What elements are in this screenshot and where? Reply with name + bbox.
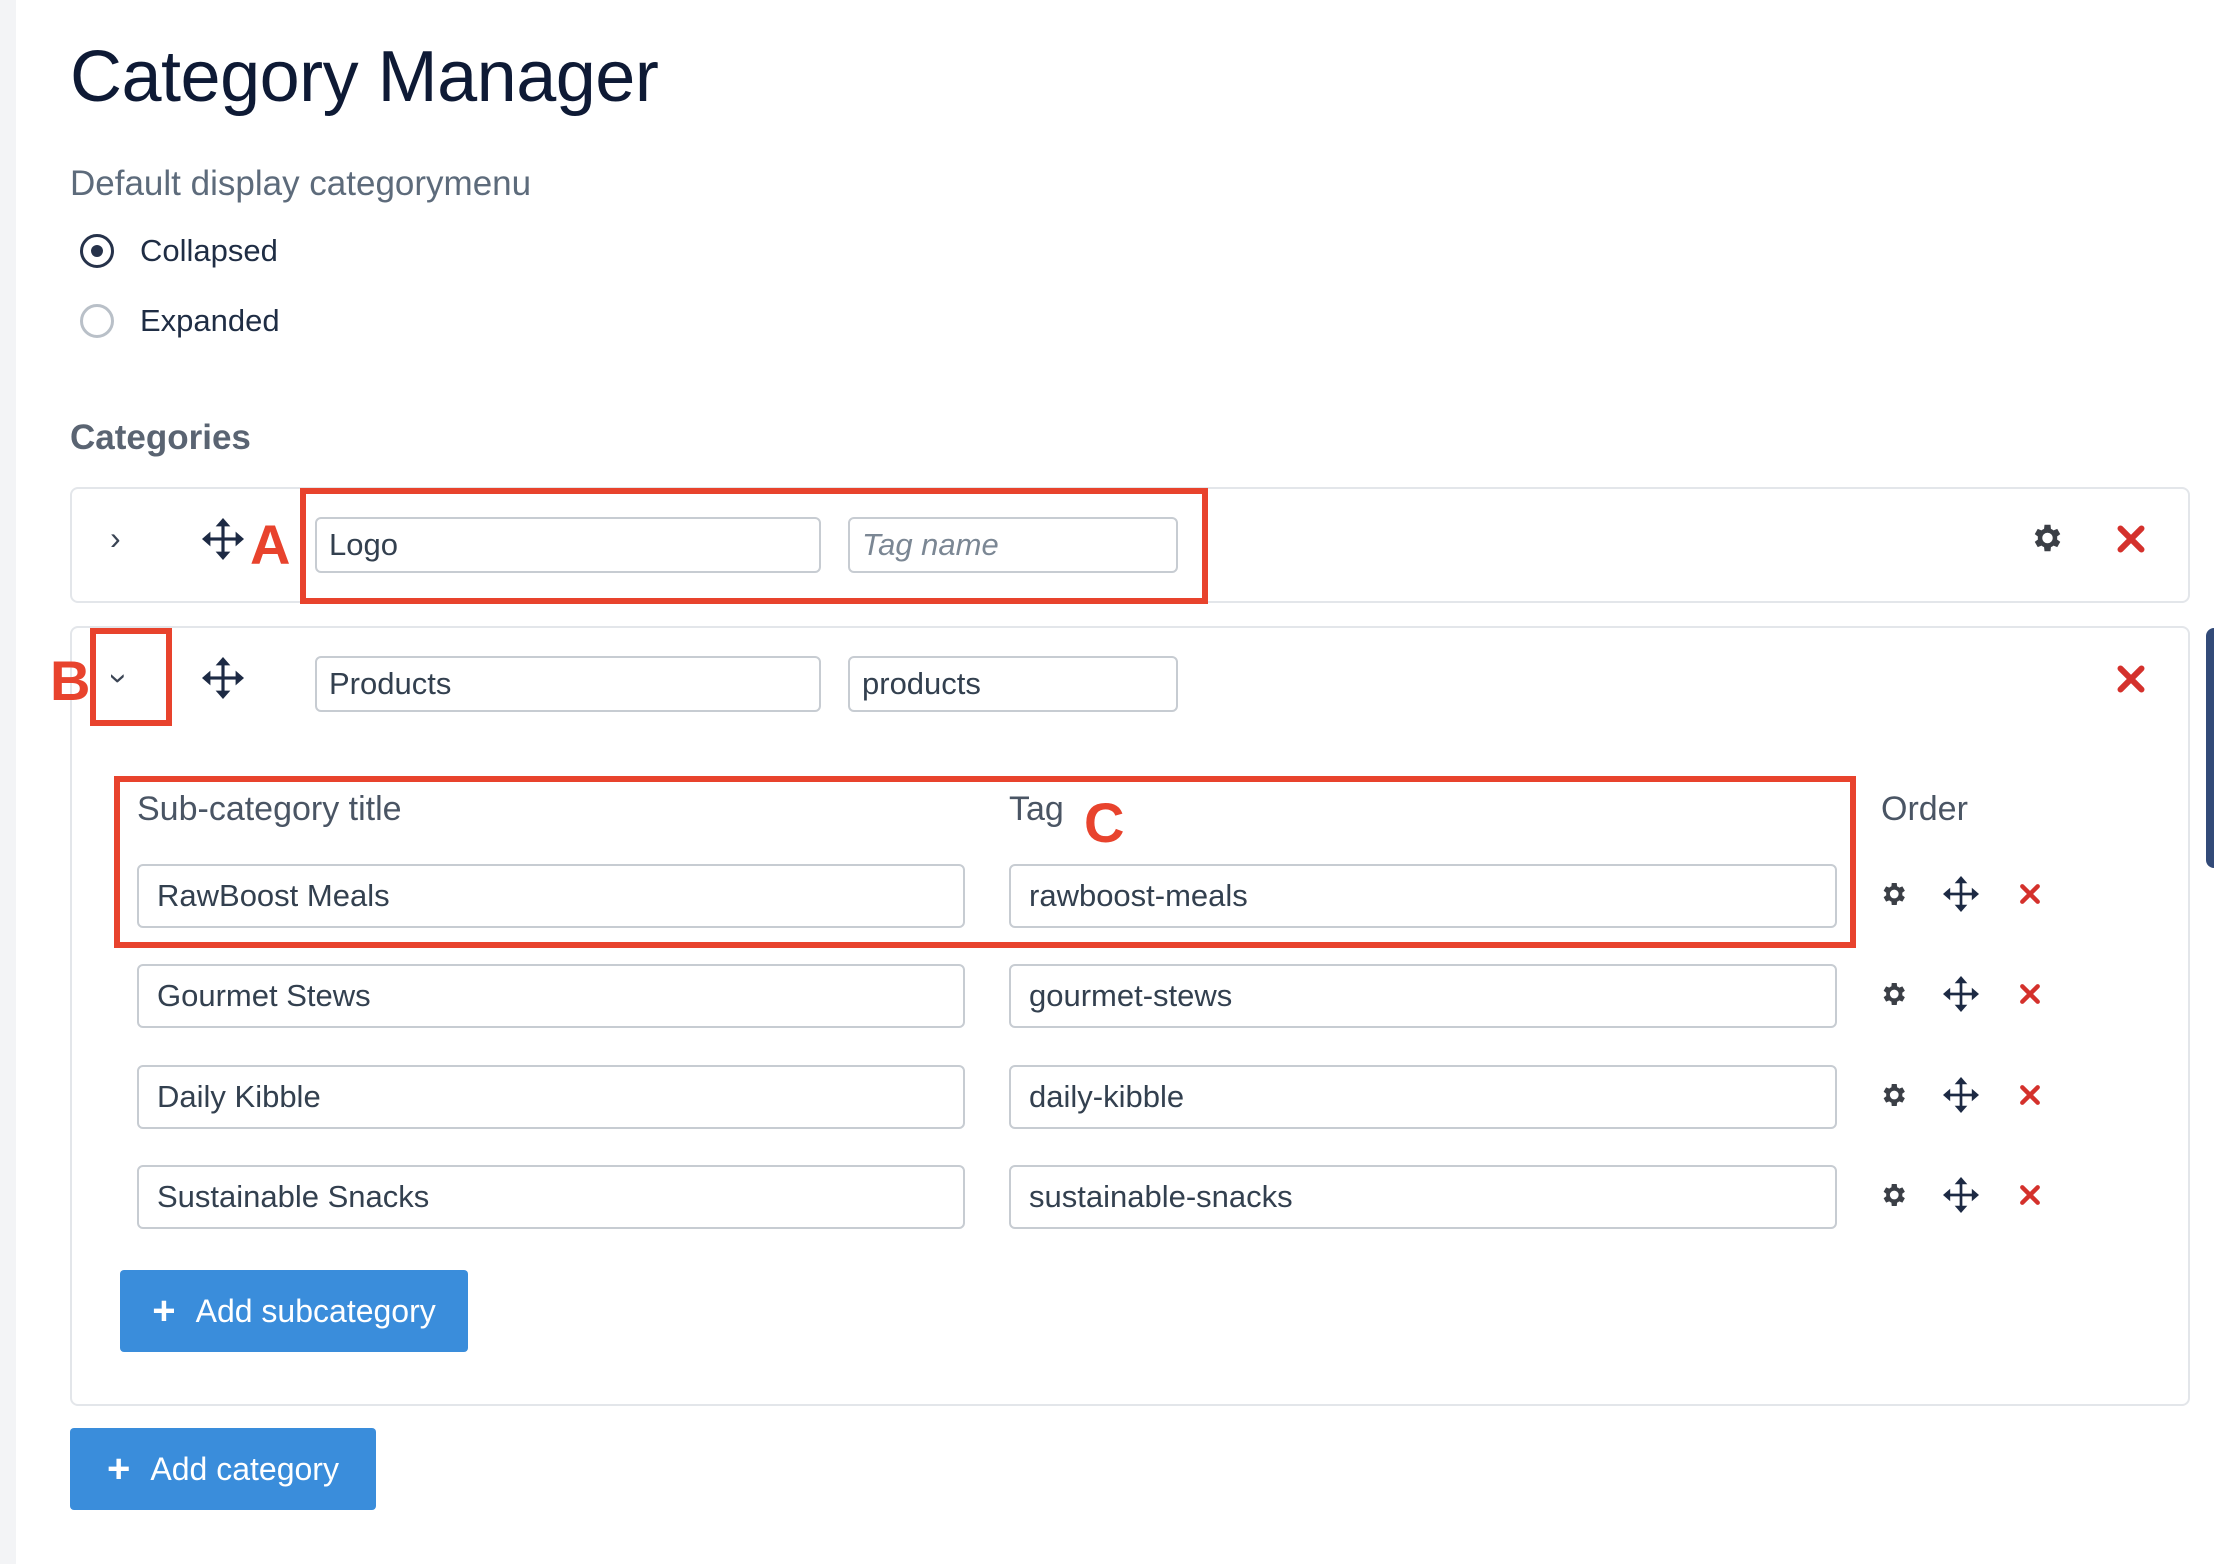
move-icon[interactable]: [1943, 976, 1979, 1012]
move-icon[interactable]: [1943, 876, 1979, 912]
side-panel-tab[interactable]: [2206, 628, 2214, 868]
move-icon[interactable]: [1943, 1177, 1979, 1213]
move-icon[interactable]: [1943, 1077, 1979, 1113]
radio-button[interactable]: [80, 304, 114, 338]
move-icon[interactable]: [202, 657, 244, 699]
annotation-label-b: B: [50, 649, 91, 712]
plus-icon: +: [107, 1447, 131, 1491]
subcategory-title-input[interactable]: [137, 1065, 965, 1129]
annotation-box-b: [90, 628, 172, 726]
add-subcategory-label: Add subcategory: [195, 1292, 436, 1329]
annotation-box-c: [114, 776, 1856, 948]
radio-button-checked[interactable]: [80, 234, 114, 268]
gear-icon[interactable]: [1878, 1080, 1908, 1110]
add-category-label: Add category: [150, 1450, 339, 1487]
move-icon[interactable]: [202, 518, 244, 560]
close-icon[interactable]: [2019, 1184, 2041, 1206]
radio-label: Collapsed: [140, 233, 278, 268]
close-icon[interactable]: [2019, 1084, 2041, 1106]
categories-heading: Categories: [70, 418, 251, 457]
subcategory-order-header: Order: [1881, 790, 1968, 828]
display-setting-label: Default display categorymenu: [70, 164, 532, 203]
subcategory-tag-input[interactable]: [1009, 964, 1837, 1028]
radio-expanded[interactable]: Expanded: [80, 303, 280, 339]
close-icon[interactable]: [2116, 664, 2146, 694]
gear-icon[interactable]: [1878, 979, 1908, 1009]
page-title: Category Manager: [70, 37, 659, 117]
annotation-label-a: A: [250, 513, 291, 576]
gear-icon[interactable]: [1878, 1180, 1908, 1210]
gear-icon[interactable]: [2028, 520, 2064, 556]
radio-label: Expanded: [140, 303, 280, 338]
gear-icon[interactable]: [1878, 879, 1908, 909]
category-title-input[interactable]: [315, 656, 821, 712]
add-category-button[interactable]: + Add category: [70, 1428, 376, 1510]
close-icon[interactable]: [2116, 524, 2146, 554]
subcategory-title-input[interactable]: [137, 964, 965, 1028]
add-subcategory-button[interactable]: + Add subcategory: [120, 1270, 468, 1352]
chevron-right-icon[interactable]: ›: [110, 520, 121, 557]
category-tag-input[interactable]: [848, 656, 1178, 712]
plus-icon: +: [152, 1289, 176, 1333]
close-icon[interactable]: [2019, 883, 2041, 905]
close-icon[interactable]: [2019, 983, 2041, 1005]
radio-collapsed[interactable]: Collapsed: [80, 233, 278, 269]
left-rail: [0, 0, 16, 1564]
subcategory-tag-input[interactable]: [1009, 1165, 1837, 1229]
subcategory-tag-input[interactable]: [1009, 1065, 1837, 1129]
annotation-label-c: C: [1084, 791, 1125, 854]
annotation-box-a: [300, 488, 1208, 604]
subcategory-title-input[interactable]: [137, 1165, 965, 1229]
